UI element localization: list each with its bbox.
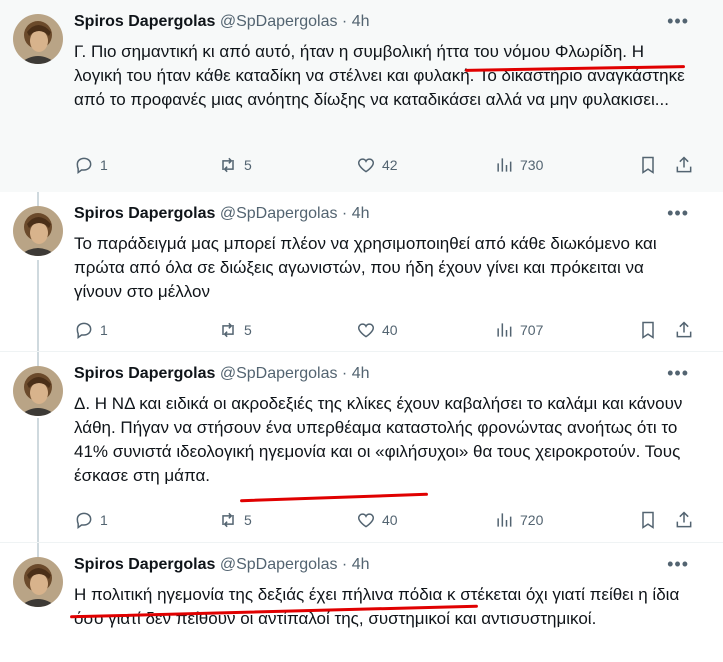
bookmark-icon	[642, 156, 654, 174]
timestamp[interactable]: 4h	[352, 556, 370, 573]
heart-icon	[357, 513, 375, 528]
heart-icon	[357, 158, 375, 173]
reply-icon	[76, 157, 92, 174]
tweet-text: Δ. Η ΝΔ και ειδικά οι ακροδεξιές της κλί…	[74, 394, 683, 485]
author-handle[interactable]: @SpDapergolas	[220, 205, 338, 222]
more-icon[interactable]: •••	[667, 364, 689, 382]
more-icon[interactable]: •••	[667, 555, 689, 573]
avatar[interactable]	[13, 206, 63, 256]
views-icon	[497, 158, 512, 172]
separator: ·	[341, 556, 348, 573]
share-icon	[676, 511, 692, 528]
tweet[interactable]: Spiros Dapergolas @SpDapergolas · 4h •••…	[0, 352, 723, 543]
author-name[interactable]: Spiros Dapergolas	[74, 205, 215, 222]
highlight-underline	[240, 492, 428, 503]
timestamp[interactable]: 4h	[352, 205, 370, 222]
tweet[interactable]: Spiros Dapergolas @SpDapergolas · 4h •••…	[0, 192, 723, 352]
retweet-button[interactable]: 5	[218, 155, 252, 175]
retweet-button[interactable]: 5	[218, 510, 252, 530]
like-count: 40	[382, 322, 398, 338]
avatar[interactable]	[13, 366, 63, 416]
retweet-count: 5	[244, 512, 252, 528]
tweet[interactable]: Spiros Dapergolas @SpDapergolas · 4h •••…	[0, 0, 723, 192]
heart-icon	[357, 323, 375, 338]
reply-button[interactable]: 1	[74, 155, 108, 175]
avatar-image	[13, 366, 63, 416]
bookmark-button[interactable]	[638, 320, 658, 340]
tweet-header: Spiros Dapergolas @SpDapergolas · 4h	[74, 556, 370, 574]
timestamp[interactable]: 4h	[352, 13, 370, 30]
tweet-text: Γ. Πιο σημαντική κι από αυτό, ήταν η συμ…	[74, 42, 685, 109]
views-icon	[497, 323, 512, 337]
tweet-header: Spiros Dapergolas @SpDapergolas · 4h	[74, 365, 370, 383]
bookmark-button[interactable]	[638, 155, 658, 175]
author-handle[interactable]: @SpDapergolas	[220, 556, 338, 573]
action-bar: 1 5 40 707	[74, 320, 694, 342]
separator: ·	[341, 205, 348, 222]
avatar-image	[13, 557, 63, 607]
bookmark-icon	[642, 321, 654, 339]
reply-count: 1	[100, 322, 108, 338]
timestamp[interactable]: 4h	[352, 365, 370, 382]
tweet-header: Spiros Dapergolas @SpDapergolas · 4h	[74, 13, 370, 31]
author-handle[interactable]: @SpDapergolas	[220, 365, 338, 382]
reply-button[interactable]: 1	[74, 320, 108, 340]
avatar-image	[13, 14, 63, 64]
tweet-header: Spiros Dapergolas @SpDapergolas · 4h	[74, 205, 370, 223]
reply-icon	[76, 322, 92, 339]
share-icon	[676, 156, 692, 173]
author-name[interactable]: Spiros Dapergolas	[74, 13, 215, 30]
reply-count: 1	[100, 512, 108, 528]
share-button[interactable]	[674, 510, 694, 530]
view-count: 720	[520, 512, 544, 528]
retweet-icon	[222, 512, 234, 528]
like-count: 42	[382, 157, 398, 173]
like-button[interactable]: 42	[356, 155, 398, 175]
avatar-image	[13, 206, 63, 256]
separator: ·	[341, 365, 348, 382]
bookmark-icon	[642, 511, 654, 529]
avatar[interactable]	[13, 557, 63, 607]
reply-button[interactable]: 1	[74, 510, 108, 530]
author-name[interactable]: Spiros Dapergolas	[74, 556, 215, 573]
views-icon	[497, 513, 512, 527]
like-button[interactable]: 40	[356, 510, 398, 530]
retweet-count: 5	[244, 322, 252, 338]
retweet-icon	[222, 322, 234, 338]
like-button[interactable]: 40	[356, 320, 398, 340]
separator: ·	[341, 13, 348, 30]
retweet-count: 5	[244, 157, 252, 173]
action-bar: 1 5 40 720	[74, 510, 694, 532]
view-count: 730	[520, 157, 544, 173]
author-handle[interactable]: @SpDapergolas	[220, 13, 338, 30]
bookmark-button[interactable]	[638, 510, 658, 530]
like-count: 40	[382, 512, 398, 528]
author-name[interactable]: Spiros Dapergolas	[74, 365, 215, 382]
more-icon[interactable]: •••	[667, 12, 689, 30]
avatar[interactable]	[13, 14, 63, 64]
more-icon[interactable]: •••	[667, 204, 689, 222]
share-button[interactable]	[674, 155, 694, 175]
retweet-button[interactable]: 5	[218, 320, 252, 340]
share-icon	[676, 321, 692, 338]
action-bar: 1 5 42 730	[74, 155, 694, 177]
view-count: 707	[520, 322, 544, 338]
tweet[interactable]: Spiros Dapergolas @SpDapergolas · 4h •••…	[0, 543, 723, 662]
reply-icon	[76, 512, 92, 529]
reply-count: 1	[100, 157, 108, 173]
retweet-icon	[222, 157, 234, 173]
share-button[interactable]	[674, 320, 694, 340]
views-button[interactable]: 707	[494, 320, 543, 340]
tweet-text: Το παράδειγμά μας μπορεί πλέον να χρησιμ…	[74, 234, 657, 301]
views-button[interactable]: 720	[494, 510, 543, 530]
views-button[interactable]: 730	[494, 155, 543, 175]
